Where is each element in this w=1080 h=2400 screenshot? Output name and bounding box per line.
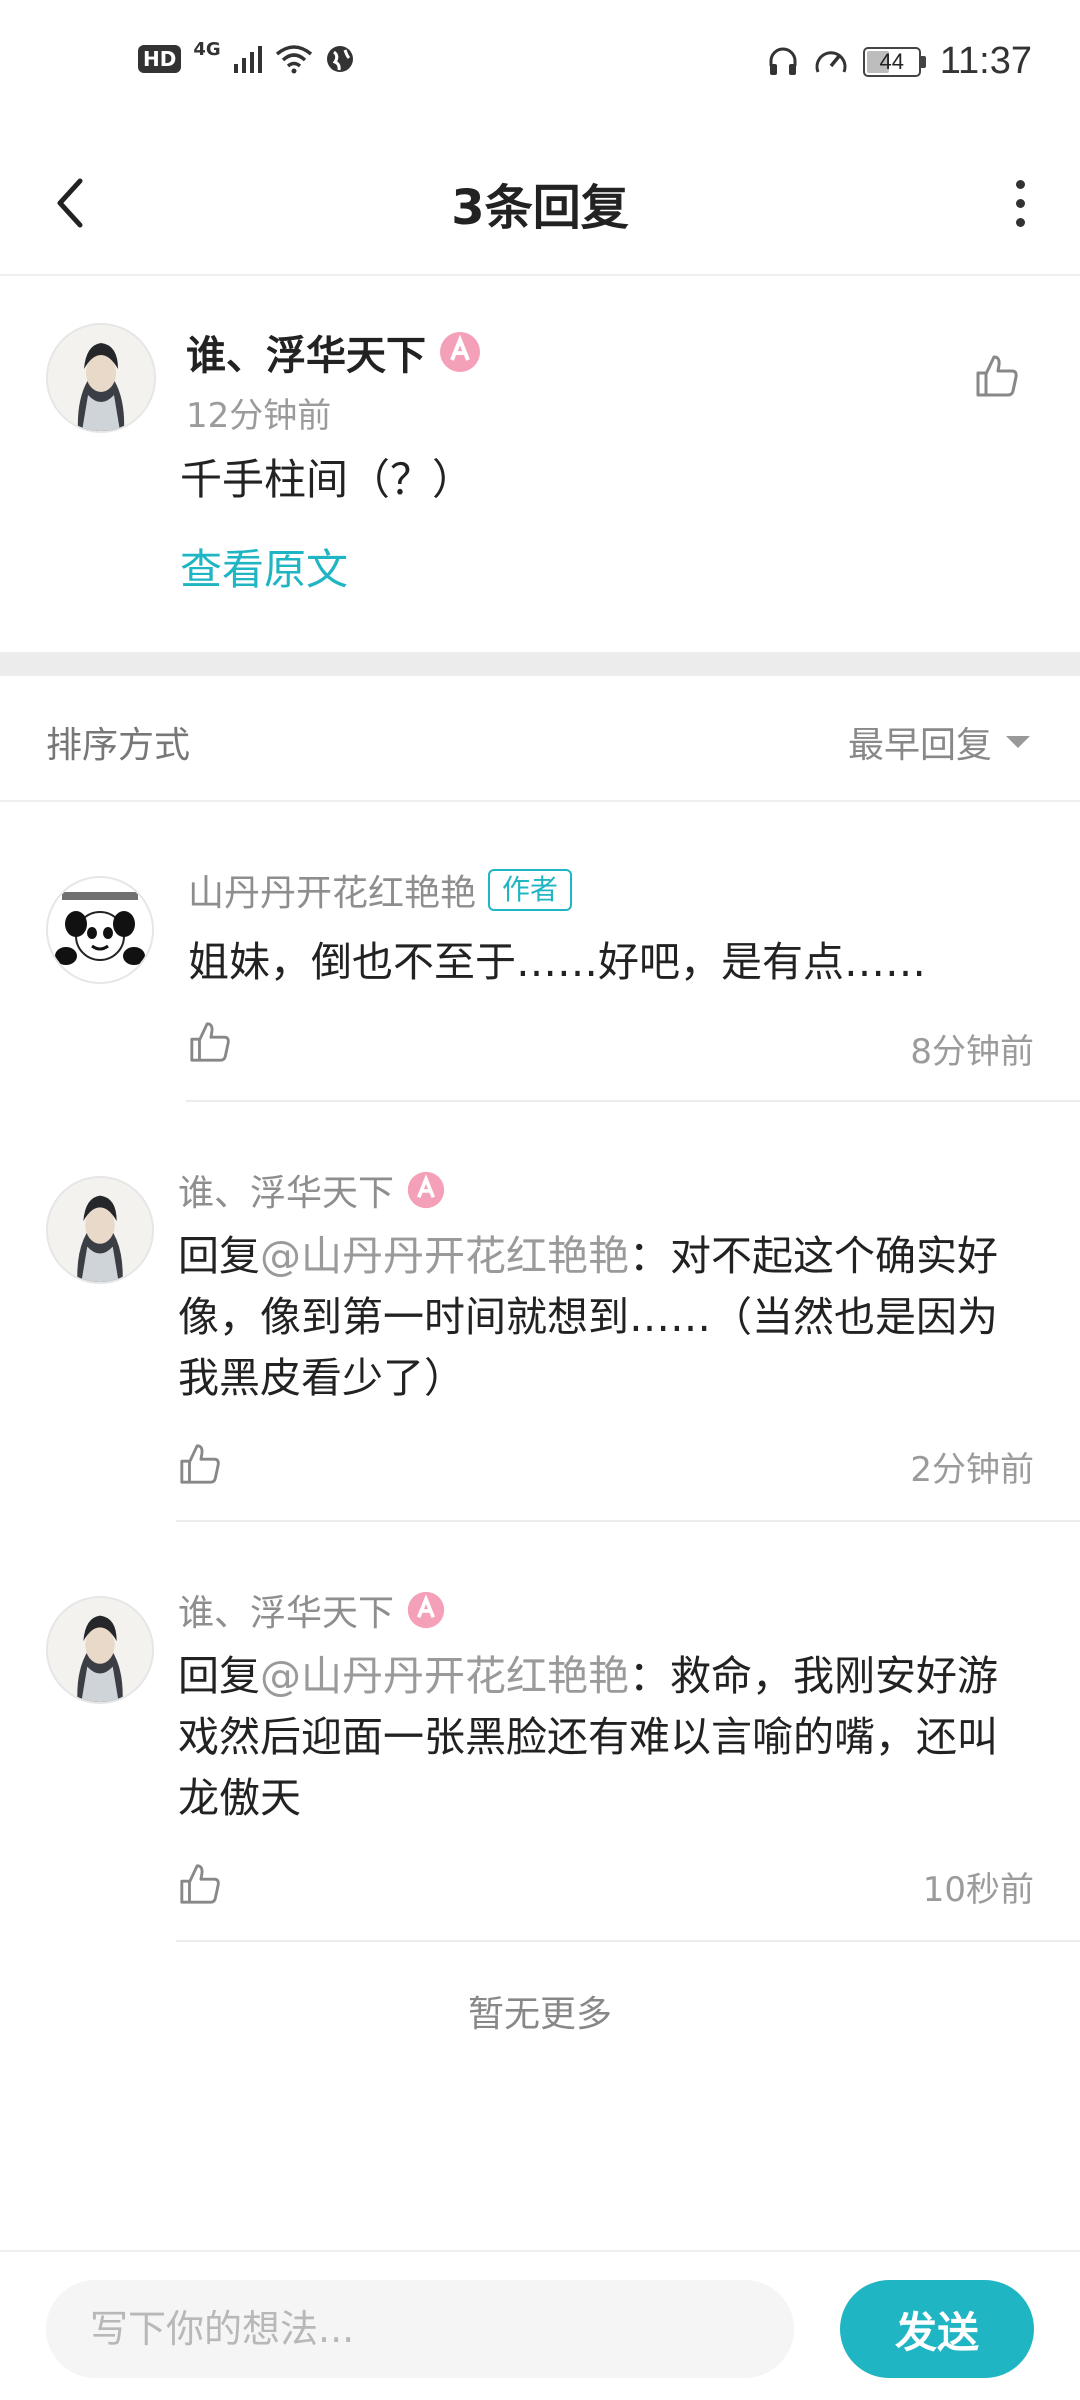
sort-bar: 排序方式 最早回复	[0, 676, 1080, 802]
avatar[interactable]	[46, 876, 154, 984]
hd-icon: HD	[138, 45, 182, 73]
more-button[interactable]	[990, 168, 1050, 238]
reply-author-text: 山丹丹开花红艳艳	[188, 873, 477, 914]
reply-author-text: 谁、浮华天下	[178, 1593, 395, 1634]
header: 3条回复	[0, 130, 1080, 276]
avatar[interactable]	[46, 1596, 154, 1704]
dot-icon	[1015, 217, 1025, 227]
reply-author[interactable]: 谁、浮华天下	[178, 1584, 446, 1636]
globe-icon	[326, 46, 353, 72]
clock: 11:37	[939, 40, 1032, 82]
avatar[interactable]	[46, 323, 156, 433]
dot-icon	[1015, 179, 1025, 189]
level-badge-icon	[407, 1171, 445, 1209]
thumbs-up-icon	[180, 1444, 220, 1484]
battery-icon: 44	[862, 46, 926, 77]
mention-link[interactable]: @山丹丹开花红艳艳	[260, 1652, 629, 1700]
headphones-icon	[769, 47, 797, 75]
author-name-text: 谁、浮华天下	[186, 333, 426, 379]
status-bar: HD 4G 44 11:37	[0, 0, 1080, 130]
reply-author[interactable]: 谁、浮华天下	[178, 1164, 446, 1216]
section-divider	[0, 652, 1080, 676]
status-left: HD 4G	[138, 39, 355, 74]
reply-content: 回复@山丹丹开花红艳艳：救命，我刚安好游戏然后迎面一张黑脸还有难以言喻的嘴，还叫…	[178, 1646, 1038, 1829]
author-badge: 作者	[488, 869, 573, 911]
sort-selected: 最早回复	[847, 725, 992, 766]
no-more-label: 暂无更多	[467, 1994, 612, 2035]
back-button[interactable]	[40, 168, 100, 238]
author-name[interactable]: 谁、浮华天下	[186, 323, 482, 381]
thumbs-up-icon	[976, 355, 1018, 397]
comment-input[interactable]	[46, 2280, 794, 2378]
reply-item: 谁、浮华天下 回复@山丹丹开花红艳艳：对不起这个确实好像，像到第一时间就想到………	[0, 1102, 1080, 1522]
thumbs-up-icon	[190, 1022, 230, 1062]
like-button[interactable]	[974, 353, 1020, 403]
status-right: 44 11:37	[767, 40, 1032, 83]
sort-label: 排序方式	[46, 725, 191, 766]
battery-level: 44	[879, 48, 904, 74]
level-badge-icon	[440, 332, 480, 372]
thumbs-up-icon	[180, 1864, 220, 1904]
mention-link[interactable]: @山丹丹开花红艳艳	[260, 1232, 629, 1280]
view-original-link[interactable]: 查看原文	[180, 536, 348, 597]
caret-down-icon	[1006, 736, 1030, 748]
reply-author-text: 谁、浮华天下	[178, 1173, 395, 1214]
comment-content: 千手柱间（？）	[180, 455, 475, 504]
page-title: 3条回复	[451, 180, 629, 236]
reply-time: 2分钟前	[910, 1450, 1034, 1490]
reply-item: 谁、浮华天下 回复@山丹丹开花红艳艳：救命，我刚安好游戏然后迎面一张黑脸还有难以…	[0, 1522, 1080, 1942]
avatar-portrait-icon	[48, 325, 154, 431]
original-comment: 谁、浮华天下 12分钟前 千手柱间（？） 查看原文	[0, 278, 1080, 652]
reply-content: 回复@山丹丹开花红艳艳：对不起这个确实好像，像到第一时间就想到……（当然也是因为…	[178, 1226, 1038, 1409]
reply-item: 山丹丹开花红艳艳 作者 姐妹，倒也不至于……好吧，是有点…… 8分钟前	[0, 802, 1080, 1102]
reply-author[interactable]: 山丹丹开花红艳艳 作者	[188, 864, 573, 916]
network-type: 4G	[193, 38, 221, 60]
dot-icon	[1015, 198, 1025, 208]
avatar-portrait-icon	[48, 1598, 152, 1702]
reply-prefix: 回复	[178, 1232, 260, 1280]
sort-dropdown[interactable]: 最早回复	[848, 716, 1030, 768]
speed-icon	[815, 50, 847, 73]
level-badge-icon	[407, 1591, 445, 1629]
signal-icon	[233, 46, 262, 73]
like-button[interactable]	[188, 1020, 232, 1068]
reply-content: 姐妹，倒也不至于……好吧，是有点……	[188, 938, 926, 986]
comment-time: 12分钟前	[186, 396, 332, 436]
wifi-icon	[275, 45, 312, 74]
reply-time: 10秒前	[922, 1870, 1034, 1910]
avatar-portrait-icon	[48, 1178, 152, 1282]
send-button[interactable]: 发送	[840, 2280, 1034, 2378]
avatar[interactable]	[46, 1176, 154, 1284]
reply-time: 8分钟前	[910, 1032, 1034, 1072]
chevron-left-icon	[57, 178, 83, 228]
avatar-panda-meme-icon	[48, 878, 152, 982]
like-button[interactable]	[178, 1862, 222, 1910]
divider	[176, 1940, 1080, 1942]
compose-bar: 发送	[0, 2250, 1080, 2400]
like-button[interactable]	[178, 1442, 222, 1490]
screen: HD 4G 44 11:37 3条回复 谁、浮华天下 12分钟前 千手柱间（？）…	[0, 0, 1080, 2400]
reply-prefix: 回复	[178, 1652, 260, 1700]
